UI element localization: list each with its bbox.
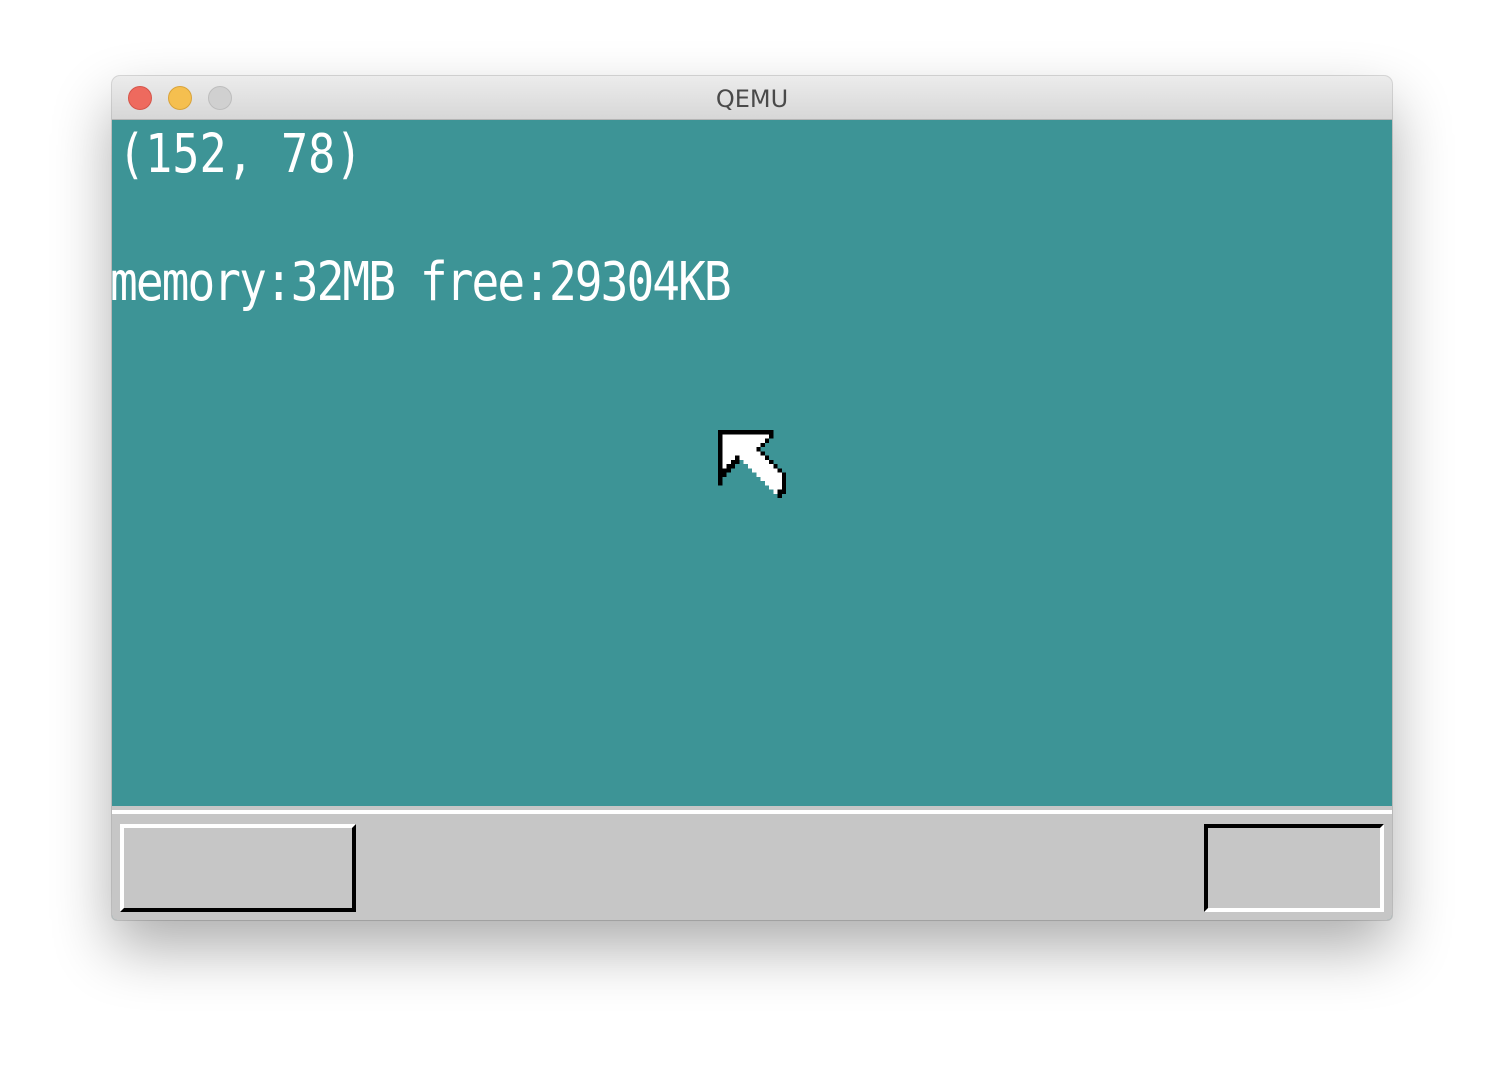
mouse-coordinates-text: (152, 78)	[118, 122, 363, 186]
qemu-window: QEMU (152, 78) memory:32MB free:29304KB	[112, 76, 1392, 920]
emulator-screen[interactable]: (152, 78) memory:32MB free:29304KB	[112, 120, 1392, 920]
start-button[interactable]	[120, 824, 356, 912]
system-tray	[1204, 824, 1384, 912]
taskbar	[112, 806, 1392, 920]
arrow-cursor-icon	[718, 430, 786, 498]
memory-info-text: memory:32MB free:29304KB	[112, 250, 732, 314]
taskbar-highlight	[112, 810, 1392, 814]
title-bar[interactable]: QEMU	[112, 76, 1392, 120]
window-title: QEMU	[715, 85, 789, 113]
